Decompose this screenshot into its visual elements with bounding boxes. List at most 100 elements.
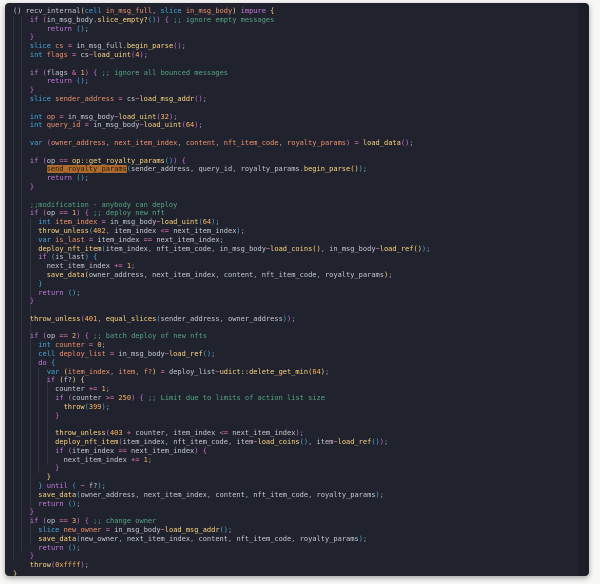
token: }	[46, 473, 51, 482]
token: nft_item_code	[253, 490, 309, 499]
token: royalty_params	[287, 138, 347, 147]
token: if	[29, 332, 43, 341]
token: ;; deploy new nft	[93, 209, 165, 218]
token: 403	[109, 429, 127, 438]
token: owner_address	[228, 314, 283, 323]
token: int	[38, 341, 56, 350]
token: royalty_params	[316, 490, 376, 499]
editor-right-edge	[578, 3, 589, 576]
token: ;	[143, 50, 148, 59]
code-line: if (flags & 1) { ;; ignore all bounced m…	[13, 69, 589, 78]
token: ;	[198, 121, 203, 130]
token: ;	[84, 174, 89, 183]
token: load_ref	[168, 350, 203, 359]
token: if	[29, 517, 43, 526]
token: if	[38, 253, 51, 262]
token: content	[198, 534, 228, 543]
token: next_item_index	[173, 226, 237, 235]
token: begin_parse	[126, 42, 174, 51]
token: >=	[105, 394, 119, 403]
code-line: int query_id = in_msg_body~load_uint(64)…	[13, 121, 589, 130]
code-line: slice cs = in_msg_full.begin_parse();	[13, 42, 589, 51]
code-line: if (item_index == next_item_index) {	[13, 447, 589, 456]
token: =	[67, 42, 77, 51]
code-line: if (is_last) {	[13, 253, 589, 262]
token: op	[46, 156, 60, 165]
token: udict::delete_get_min	[219, 367, 309, 376]
token: 401	[84, 314, 98, 323]
token: var	[29, 138, 47, 147]
code-line: if (op == 3) { ;; change owner	[13, 517, 589, 526]
token: =	[59, 112, 68, 121]
editor-card: () recv_internal(cell in_msg_full, slice…	[5, 3, 589, 576]
token: item_index	[55, 218, 102, 227]
token: item	[236, 438, 254, 447]
token: ;	[324, 367, 330, 376]
token: }	[38, 279, 43, 288]
code-editor-surface[interactable]: () recv_internal(cell in_msg_full, slice…	[5, 3, 589, 576]
token: ;; change owner	[93, 517, 157, 526]
code-line: save_data(owner_address, next_item_index…	[13, 271, 589, 280]
token: 32	[160, 112, 169, 121]
token: in_msg_body	[329, 244, 376, 253]
token: 64	[202, 218, 212, 227]
token: return	[38, 499, 68, 508]
token: f?	[143, 367, 153, 376]
token: }	[29, 33, 35, 42]
code-line: }	[13, 33, 589, 42]
token: nft_item_code	[173, 438, 228, 447]
code-line: if (op == op::get_royalty_params()) {	[13, 157, 589, 166]
token: in_msg_full	[76, 42, 123, 51]
token: <=	[219, 429, 233, 438]
token: in_msg_body	[114, 526, 161, 535]
token: +=	[114, 262, 127, 271]
token: ;	[215, 218, 220, 227]
code-line: do {	[13, 359, 589, 368]
token: item_index	[72, 446, 119, 455]
token: 64	[312, 367, 321, 376]
code-line: if (in_msg_body.slice_empty?()) { ;; ign…	[13, 16, 589, 25]
code-line: send_royalty_params(sender_address, quer…	[13, 165, 589, 174]
token: in_msg_body	[109, 218, 157, 227]
token: in_msg_body	[219, 244, 266, 253]
code-line: next_item_index += 1;	[13, 262, 589, 271]
token: =	[101, 218, 110, 227]
token: new_owner	[80, 534, 119, 543]
token: in_msg_full	[105, 7, 153, 15]
token: in_msg_body	[185, 7, 233, 15]
token: ;	[228, 526, 233, 535]
token: int	[29, 121, 47, 130]
code-line: ;;modification - anybody can deploy	[13, 201, 589, 210]
token: {	[270, 7, 275, 15]
code-line: }	[13, 570, 589, 576]
token: deploy_nft_item	[55, 438, 119, 447]
token: ;	[76, 288, 81, 297]
token: until	[46, 482, 73, 491]
token: ;	[379, 490, 384, 499]
token: if	[46, 376, 60, 385]
token: save_data	[46, 270, 85, 279]
token: ;	[105, 402, 110, 411]
token: ;	[211, 350, 216, 359]
token: counter	[55, 385, 89, 394]
token: begin_parse	[303, 165, 351, 174]
token: {	[202, 446, 207, 455]
